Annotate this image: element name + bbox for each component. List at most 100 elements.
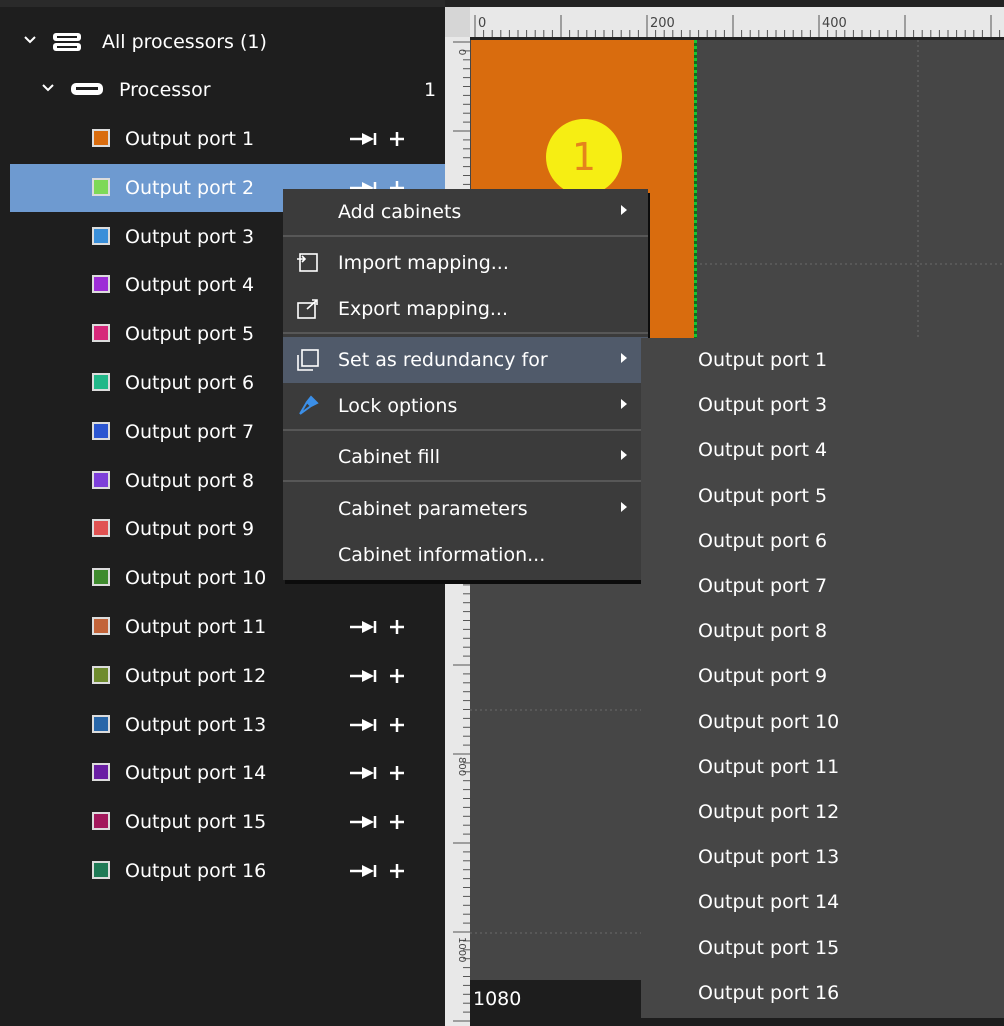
- submenu-arrow-icon: [621, 399, 627, 409]
- port-color-swatch: [92, 226, 110, 245]
- context-menu-item-label: Add cabinets: [338, 201, 462, 223]
- port-color-swatch: [92, 275, 110, 294]
- submenu-item[interactable]: Output port 10: [641, 700, 1004, 745]
- port-color-swatch: [92, 373, 110, 391]
- processor-icon: [71, 83, 103, 95]
- ruler-tick-label: 800: [456, 757, 467, 776]
- tree-item-label: Processor: [119, 79, 211, 101]
- port-color-swatch: [92, 812, 110, 831]
- output-port-label: Output port 11: [125, 616, 267, 638]
- output-port-label: Output port 13: [125, 713, 267, 736]
- pin-add-icon[interactable]: [350, 760, 406, 786]
- pin-add-icon[interactable]: [350, 126, 406, 152]
- submenu-item-label: Output port 9: [698, 665, 828, 688]
- chevron-down-icon[interactable]: [40, 80, 56, 96]
- submenu-arrow-icon: [621, 353, 627, 363]
- submenu-item[interactable]: Output port 9: [641, 654, 1004, 699]
- ruler-tick-label: 1000: [456, 937, 467, 962]
- submenu-item[interactable]: Output port 3: [641, 383, 1004, 428]
- pin-add-icon[interactable]: [350, 858, 406, 884]
- submenu-arrow-icon: [621, 502, 627, 512]
- output-port-row[interactable]: Output port 1: [10, 115, 445, 163]
- context-menu-item[interactable]: Export mapping...: [283, 286, 648, 332]
- output-port-row[interactable]: Output port 15: [10, 798, 445, 846]
- submenu-item[interactable]: Output port 13: [641, 835, 1004, 880]
- port-color-swatch: [92, 421, 110, 440]
- output-port-label: Output port 2: [125, 176, 255, 199]
- output-port-label: Output port 15: [125, 811, 267, 834]
- context-menu-item[interactable]: Cabinet information...: [283, 532, 648, 578]
- submenu-item[interactable]: Output port 15: [641, 926, 1004, 971]
- redundancy-icon: [297, 349, 319, 371]
- context-menu-item-label: Cabinet fill: [338, 446, 440, 468]
- output-port-row[interactable]: Output port 16: [10, 847, 445, 895]
- port-color-swatch: [92, 324, 110, 343]
- output-port-label: Output port 6: [125, 372, 255, 394]
- submenu-arrow-icon: [621, 205, 627, 215]
- cabinet-selection-edge: [694, 40, 697, 339]
- submenu-item[interactable]: Output port 7: [641, 564, 1004, 609]
- context-menu-item-label: Lock options: [338, 395, 458, 417]
- pin-icon: [299, 395, 319, 415]
- export-icon: [297, 299, 318, 319]
- context-menu-item-label: Cabinet parameters: [338, 498, 528, 520]
- submenu-item[interactable]: Output port 4: [641, 428, 1004, 473]
- output-port-label: Output port 12: [125, 664, 267, 687]
- chevron-down-icon[interactable]: [22, 32, 38, 48]
- submenu-item[interactable]: Output port 14: [641, 880, 1004, 925]
- submenu-item-label: Output port 11: [698, 755, 840, 778]
- submenu-item[interactable]: Output port 16: [641, 971, 1004, 1016]
- submenu-item[interactable]: Output port 6: [641, 519, 1004, 564]
- context-menu-item[interactable]: Add cabinets: [283, 189, 648, 235]
- submenu-item-label: Output port 5: [698, 484, 828, 507]
- pin-add-icon[interactable]: [350, 712, 406, 738]
- output-port-row[interactable]: Output port 13: [10, 701, 445, 749]
- pin-add-icon[interactable]: [350, 614, 406, 640]
- output-port-label: Output port 4: [125, 274, 255, 297]
- port-color-swatch: [92, 177, 110, 196]
- output-port-label: Output port 1: [125, 128, 255, 150]
- processors-icon: [53, 33, 81, 51]
- tree-item-processor[interactable]: Processor 1: [10, 66, 445, 114]
- ruler-tick-label: 200: [650, 16, 675, 31]
- submenu-item[interactable]: Output port 8: [641, 609, 1004, 654]
- context-menu: Add cabinets Import mapping... Export mapp…: [283, 189, 648, 580]
- menu-separator: [283, 480, 648, 482]
- menu-separator: [283, 332, 648, 334]
- submenu-item-label: Output port 4: [698, 439, 828, 462]
- context-menu-item[interactable]: Set as redundancy for: [283, 337, 648, 383]
- submenu-item-label: Output port 12: [698, 801, 840, 823]
- submenu-item[interactable]: Output port 12: [641, 790, 1004, 835]
- port-color-swatch: [92, 129, 110, 147]
- output-port-label: Output port 7: [125, 420, 255, 443]
- port-color-swatch: [92, 470, 110, 489]
- cabinet-number-badge: 1: [546, 119, 622, 195]
- context-menu-item-label: Import mapping...: [338, 252, 509, 274]
- pin-add-icon[interactable]: [350, 663, 406, 689]
- submenu-item-label: Output port 7: [698, 575, 828, 597]
- submenu-item-label: Output port 13: [698, 846, 840, 869]
- context-menu-item[interactable]: Cabinet fill: [283, 434, 648, 480]
- submenu-item-label: Output port 15: [698, 936, 840, 959]
- output-port-label: Output port 5: [125, 323, 255, 346]
- port-color-swatch: [92, 617, 110, 635]
- menu-separator: [283, 429, 648, 431]
- context-menu-item[interactable]: Cabinet parameters: [283, 486, 648, 532]
- submenu-item[interactable]: Output port 5: [641, 474, 1004, 519]
- port-color-swatch: [92, 763, 110, 782]
- output-port-row[interactable]: Output port 11: [10, 603, 445, 651]
- submenu-arrow-icon: [621, 450, 627, 460]
- context-menu-item[interactable]: Import mapping...: [283, 240, 648, 286]
- submenu-item[interactable]: Output port 1: [641, 338, 1004, 383]
- menu-separator: [283, 235, 648, 237]
- port-color-swatch: [92, 519, 110, 538]
- tree-item-all-processors[interactable]: All processors (1): [10, 18, 445, 66]
- context-menu-item-label: Set as redundancy for: [338, 349, 548, 371]
- output-port-row[interactable]: Output port 14: [10, 749, 445, 797]
- pin-add-icon[interactable]: [350, 809, 406, 835]
- import-icon: [297, 253, 318, 272]
- submenu-item[interactable]: Output port 11: [641, 745, 1004, 790]
- output-port-row[interactable]: Output port 12: [10, 652, 445, 700]
- port-color-swatch: [92, 861, 110, 879]
- context-menu-item[interactable]: Lock options: [283, 383, 648, 429]
